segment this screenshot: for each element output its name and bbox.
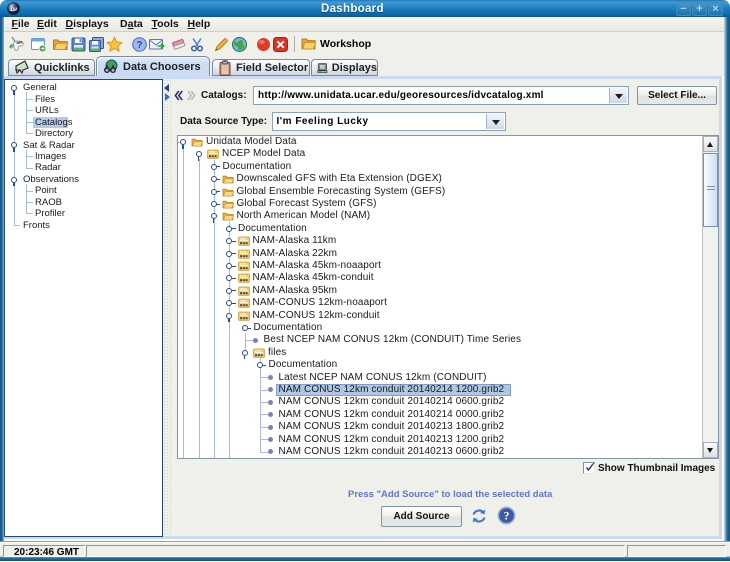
svg-text:?: ? xyxy=(504,511,510,523)
